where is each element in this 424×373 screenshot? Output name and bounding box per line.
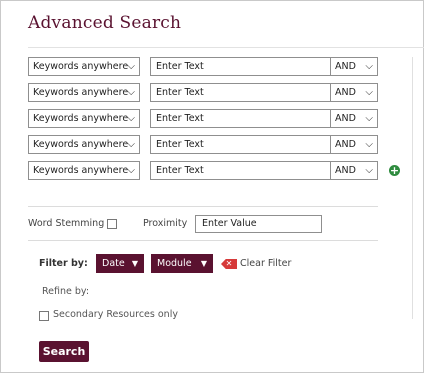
- advanced-search-panel: Advanced Search Keywords anywhere ⌵ Ente…: [0, 0, 424, 373]
- operator-select[interactable]: AND ⌵: [330, 83, 378, 102]
- refine-by-label: Refine by:: [42, 286, 90, 297]
- operator-select-value: AND: [335, 139, 356, 150]
- field-select-value: Keywords anywhere: [33, 61, 129, 72]
- chevron-down-icon: ⌵: [127, 113, 135, 124]
- options-divider: [28, 206, 378, 207]
- field-select[interactable]: Keywords anywhere ⌵: [28, 109, 140, 128]
- caret-down-icon: ▼: [200, 259, 207, 268]
- clear-x-icon[interactable]: ✕: [221, 259, 237, 269]
- date-filter-label: Date: [102, 258, 125, 269]
- operator-select-value: AND: [335, 165, 356, 176]
- chevron-down-icon: ⌵: [365, 87, 373, 98]
- chevron-down-icon: ⌵: [127, 61, 135, 72]
- title-divider: [28, 47, 424, 48]
- field-select-value: Keywords anywhere: [33, 87, 129, 98]
- field-select-value: Keywords anywhere: [33, 165, 129, 176]
- search-text-input[interactable]: Enter Text: [150, 109, 350, 128]
- operator-select[interactable]: AND ⌵: [330, 161, 378, 180]
- field-select-value: Keywords anywhere: [33, 113, 129, 124]
- search-text-input[interactable]: Enter Text: [150, 57, 350, 76]
- field-select-value: Keywords anywhere: [33, 139, 129, 150]
- add-row-plus-icon[interactable]: +: [389, 165, 400, 176]
- operator-select-value: AND: [335, 113, 356, 124]
- chevron-down-icon: ⌵: [127, 139, 135, 150]
- word-stemming-checkbox[interactable]: [107, 219, 117, 229]
- operator-select-value: AND: [335, 87, 356, 98]
- operator-select[interactable]: AND ⌵: [330, 135, 378, 154]
- module-filter-button[interactable]: Module ▼: [151, 254, 213, 273]
- side-divider: [412, 57, 413, 319]
- chevron-down-icon: ⌵: [365, 113, 373, 124]
- operator-select[interactable]: AND ⌵: [330, 109, 378, 128]
- date-filter-button[interactable]: Date ▼: [96, 254, 144, 273]
- filter-divider: [28, 240, 378, 241]
- chevron-down-icon: ⌵: [365, 165, 373, 176]
- field-select[interactable]: Keywords anywhere ⌵: [28, 57, 140, 76]
- caret-down-icon: ▼: [131, 259, 138, 268]
- proximity-label: Proximity: [143, 218, 188, 229]
- clear-filter-link[interactable]: Clear Filter: [240, 258, 291, 269]
- field-select[interactable]: Keywords anywhere ⌵: [28, 135, 140, 154]
- module-filter-label: Module: [157, 258, 192, 269]
- chevron-down-icon: ⌵: [365, 61, 373, 72]
- field-select[interactable]: Keywords anywhere ⌵: [28, 161, 140, 180]
- secondary-resources-checkbox[interactable]: [39, 311, 49, 321]
- chevron-down-icon: ⌵: [127, 165, 135, 176]
- secondary-resources-label: Secondary Resources only: [53, 309, 178, 320]
- filter-by-label: Filter by:: [39, 258, 88, 269]
- operator-select-value: AND: [335, 61, 356, 72]
- proximity-input[interactable]: Enter Value: [195, 215, 322, 233]
- search-text-input[interactable]: Enter Text: [150, 161, 350, 180]
- chevron-down-icon: ⌵: [127, 87, 135, 98]
- search-text-input[interactable]: Enter Text: [150, 83, 350, 102]
- search-text-input[interactable]: Enter Text: [150, 135, 350, 154]
- page-title: Advanced Search: [28, 13, 182, 33]
- word-stemming-label: Word Stemming: [28, 218, 105, 229]
- field-select[interactable]: Keywords anywhere ⌵: [28, 83, 140, 102]
- chevron-down-icon: ⌵: [365, 139, 373, 150]
- search-button[interactable]: Search: [39, 341, 89, 362]
- operator-select[interactable]: AND ⌵: [330, 57, 378, 76]
